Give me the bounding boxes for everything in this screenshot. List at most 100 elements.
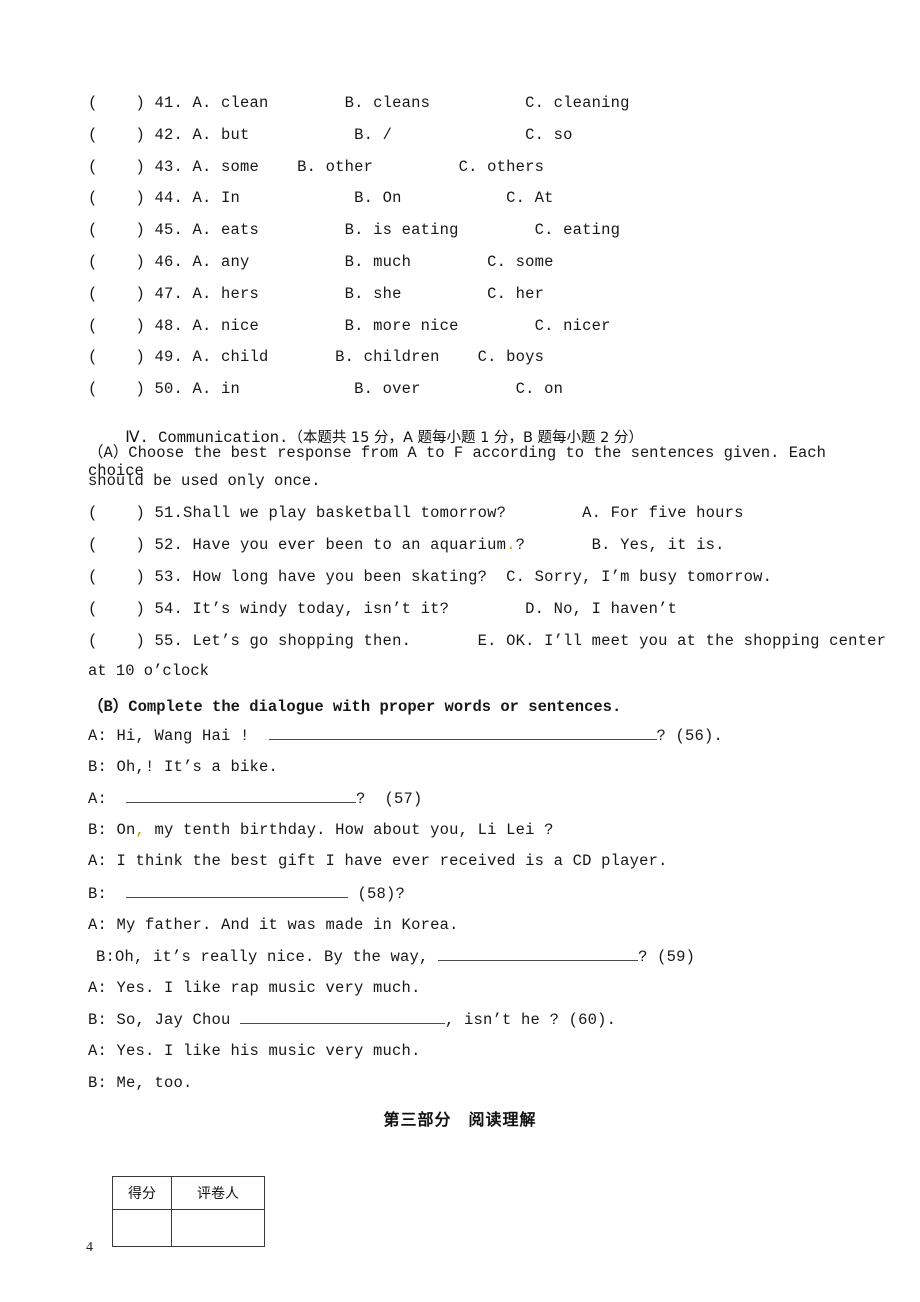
option-a[interactable]: A. hers — [193, 285, 260, 303]
line-59: B:Oh, it’s really nice. By the way, ? (5… — [96, 947, 695, 966]
speaker-label: B: — [88, 757, 108, 776]
speaker-label: A: — [88, 790, 108, 809]
answer-blank[interactable] — [240, 1010, 446, 1025]
option-b[interactable]: B. On — [354, 189, 402, 207]
speaker-label: B:Oh, — [96, 948, 144, 967]
answer-blank[interactable] — [268, 726, 657, 740]
option-b[interactable]: B. over — [354, 380, 421, 398]
option-a[interactable]: A. some — [193, 158, 260, 176]
answer-bracket[interactable]: ( ) — [88, 317, 155, 335]
option-c[interactable]: C. so — [525, 126, 573, 144]
option-a[interactable]: A. but — [193, 126, 250, 144]
question-number: 42. — [154, 125, 193, 144]
response-choice[interactable]: B. Yes, it is. — [592, 536, 725, 554]
option-c[interactable]: C. eating — [535, 221, 621, 239]
answer-bracket[interactable]: ( ) — [88, 253, 155, 271]
response-choice[interactable]: C. Sorry, I’m busy tomorrow. — [506, 568, 772, 586]
answer-bracket[interactable]: ( ) — [88, 568, 155, 586]
option-c[interactable]: C. cleaning — [525, 94, 630, 112]
question-number: 55. — [154, 632, 193, 650]
question-prompt: Have you ever been to an aquarium — [192, 536, 507, 554]
option-c[interactable]: C. some — [487, 253, 554, 271]
grader-value-cell[interactable] — [171, 1209, 265, 1247]
line-text: On — [107, 820, 136, 839]
line-birthday: B: On, my tenth birthday. How about you,… — [88, 821, 554, 839]
answer-blank[interactable] — [438, 947, 639, 962]
mc-question-48: ( ) 48. A. nice B. more nice C. nicer — [88, 317, 611, 335]
question-number: 41. — [154, 94, 193, 112]
option-b[interactable]: B. more nice — [345, 317, 459, 335]
option-c[interactable]: C. on — [516, 380, 564, 398]
part-three-heading: 第三部分 阅读理解 — [383, 1110, 537, 1129]
line-text-tail: ! It’s a bike. — [145, 757, 279, 776]
question-number: 46. — [154, 253, 193, 271]
match-question-53: ( ) 53. How long have you been skating? … — [88, 568, 772, 586]
option-a[interactable]: A. in — [193, 380, 241, 398]
option-c[interactable]: C. At — [506, 189, 554, 207]
answer-bracket[interactable]: ( ) — [88, 348, 155, 366]
option-c[interactable]: C. her — [487, 285, 544, 303]
line-text: Me, too. — [107, 1073, 193, 1092]
option-c[interactable]: C. nicer — [535, 317, 611, 335]
mc-question-47: ( ) 47. A. hers B. she C. her — [88, 285, 544, 303]
line-suffix: ? (59) — [638, 948, 696, 967]
line-his-music: A: Yes. I like his music very much. — [88, 1042, 421, 1060]
mc-question-41: ( ) 41. A. clean B. cleans C. cleaning — [88, 94, 630, 112]
option-b[interactable]: B. other — [297, 158, 373, 176]
answer-bracket[interactable]: ( ) — [88, 189, 155, 207]
option-a[interactable]: A. any — [193, 253, 250, 271]
line-suffix: , isn’t he ? (60). — [445, 1011, 617, 1030]
answer-bracket[interactable]: ( ) — [88, 285, 155, 303]
line-father: A: My father. And it was made in Korea. — [88, 916, 459, 934]
option-b[interactable]: B. / — [354, 126, 392, 144]
speaker-label: B: — [88, 885, 108, 903]
score-value-cell[interactable] — [112, 1209, 172, 1247]
line-me-too: B: Me, too. — [88, 1074, 193, 1092]
option-a[interactable]: A. nice — [193, 317, 260, 335]
response-choice[interactable]: D. No, I haven’t — [525, 600, 677, 618]
line-suffix: ? (56). — [656, 727, 724, 745]
option-a[interactable]: A. eats — [193, 221, 260, 239]
part-a-instruction-line2: should be used only once. — [88, 472, 321, 490]
line-60: B: So, Jay Chou , isn’t he ? (60). — [88, 1010, 616, 1029]
answer-bracket[interactable]: ( ) — [88, 536, 155, 554]
match-question-55: ( ) 55. Let’s go shopping then. E. OK. I… — [88, 632, 886, 650]
option-b[interactable]: B. cleans — [345, 94, 431, 112]
speaker-label: A: — [88, 1042, 108, 1060]
answer-bracket[interactable]: ( ) — [88, 94, 155, 112]
option-a[interactable]: A. child — [193, 348, 269, 366]
mc-question-49: ( ) 49. A. child B. children C. boys — [88, 348, 544, 366]
answer-bracket[interactable]: ( ) — [88, 221, 155, 239]
option-a[interactable]: A. In — [193, 189, 241, 207]
match-question-54: ( ) 54. It’s windy today, isn’t it? D. N… — [88, 600, 677, 618]
option-b[interactable]: B. children — [335, 348, 440, 366]
exam-page: ( ) 41. A. clean B. cleans C. cleaning( … — [0, 0, 920, 1302]
answer-bracket[interactable]: ( ) — [88, 158, 155, 176]
speaker-label: B: — [88, 1011, 108, 1030]
option-a[interactable]: A. clean — [193, 94, 269, 112]
grader-header-cell: 评卷人 — [171, 1176, 265, 1210]
line-57: A: ? (57) — [88, 789, 423, 808]
answer-blank[interactable] — [126, 884, 349, 898]
question-number: 48. — [154, 316, 193, 335]
answer-bracket[interactable]: ( ) — [88, 380, 155, 398]
answer-bracket[interactable]: ( ) — [88, 126, 155, 144]
option-b[interactable]: B. she — [345, 285, 402, 303]
line-text: I think the best gift I have ever receiv… — [107, 852, 668, 871]
speaker-label: A: — [88, 727, 108, 745]
option-b[interactable]: B. is eating — [345, 221, 459, 239]
speaker-label: B: — [88, 1073, 108, 1092]
option-c[interactable]: C. others — [459, 158, 545, 176]
question-number: 44. — [154, 189, 193, 208]
answer-bracket[interactable]: ( ) — [88, 504, 155, 522]
answer-blank[interactable] — [126, 789, 357, 804]
response-choice[interactable]: A. For five hours — [582, 504, 744, 522]
option-c[interactable]: C. boys — [478, 348, 545, 366]
response-choice[interactable]: E. OK. I’ll meet you at the shopping cen… — [478, 632, 887, 650]
option-b[interactable]: B. much — [345, 253, 412, 271]
line-text: Yes. I like his music very much. — [107, 1042, 421, 1060]
line-rap: A: Yes. I like rap music very much. — [88, 979, 421, 997]
answer-bracket[interactable]: ( ) — [88, 632, 155, 650]
match-question-52: ( ) 52. Have you ever been to an aquariu… — [88, 536, 725, 554]
answer-bracket[interactable]: ( ) — [88, 600, 155, 618]
